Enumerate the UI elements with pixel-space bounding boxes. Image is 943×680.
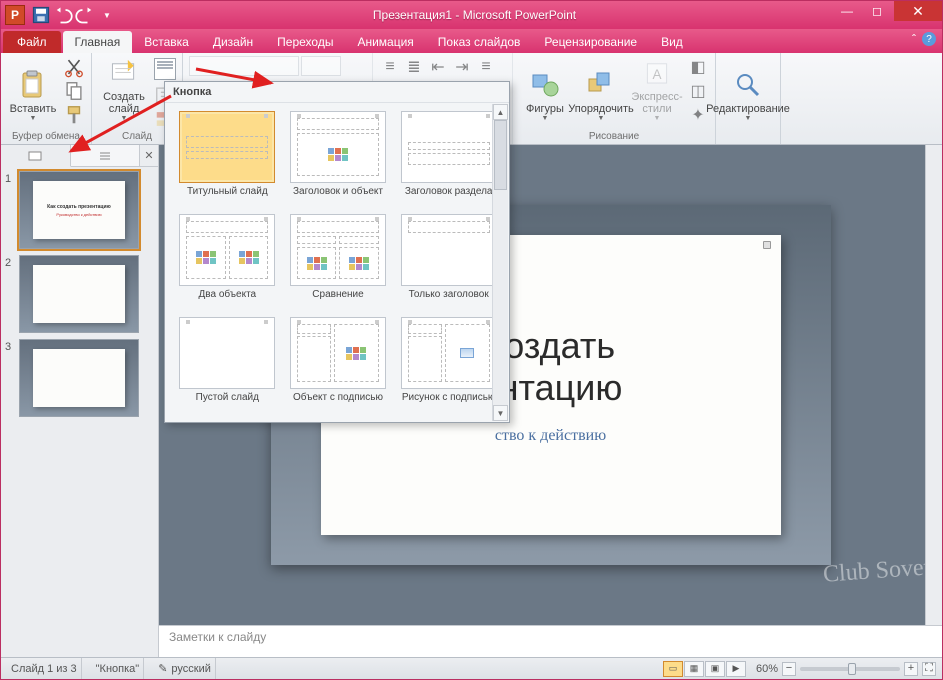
minimize-ribbon-icon[interactable]: ˆ <box>912 32 916 46</box>
arrange-button[interactable]: Упорядочить ▼ <box>575 56 627 124</box>
group-drawing-label: Рисование <box>519 130 709 143</box>
format-painter-icon[interactable] <box>63 104 85 126</box>
bullets-icon[interactable]: ≡ <box>379 56 401 78</box>
title-bar: P ▼ Презентация1 - Microsoft PowerPoint … <box>1 1 942 29</box>
thumb-num: 2 <box>5 255 19 333</box>
notes-pane[interactable]: Заметки к слайду <box>159 625 942 657</box>
shape-outline-icon[interactable]: ◫ <box>687 80 709 102</box>
slides-tab[interactable] <box>1 145 71 167</box>
copy-icon[interactable] <box>63 80 85 102</box>
align-left-icon[interactable]: ≡ <box>475 56 497 78</box>
layout-title-slide[interactable]: Титульный слайд <box>173 109 282 210</box>
view-buttons: ▭ ▦ ▣ ▶ <box>663 661 746 677</box>
tab-view[interactable]: Вид <box>649 31 695 53</box>
layout-picture-caption[interactable]: Рисунок с подписью <box>394 315 503 416</box>
tab-transitions[interactable]: Переходы <box>265 31 345 53</box>
watermark: Club Sovet <box>822 554 931 588</box>
tab-home[interactable]: Главная <box>63 31 133 53</box>
tab-insert[interactable]: Вставка <box>132 31 201 53</box>
ribbon-tabs: Файл Главная Вставка Дизайн Переходы Ани… <box>1 29 942 53</box>
slide-thumbnail-2[interactable] <box>19 255 139 333</box>
tab-design[interactable]: Дизайн <box>201 31 265 53</box>
indent-inc-icon[interactable]: ⇥ <box>451 56 473 78</box>
thumbnails: 1 Как создать презентациюРуководство к д… <box>1 167 158 657</box>
quick-styles-button[interactable]: A Экспресс-стили ▼ <box>631 56 683 124</box>
group-clipboard-label: Буфер обмена <box>7 130 85 143</box>
indent-dec-icon[interactable]: ⇤ <box>427 56 449 78</box>
slide-subtitle[interactable]: ство к действию <box>495 427 606 445</box>
fit-to-window-button[interactable]: ⛶ <box>922 662 936 676</box>
new-slide-label: Создать слайд <box>103 91 145 115</box>
status-bar: Слайд 1 из 3 "Кнопка" ✎русский ▭ ▦ ▣ ▶ 6… <box>1 657 942 679</box>
zoom-label: 60% <box>756 663 778 675</box>
layout-section-header[interactable]: Заголовок раздела <box>394 109 503 210</box>
thumb-num: 3 <box>5 339 19 417</box>
group-drawing: Фигуры ▼ Упорядочить ▼ A Экспресс-стили … <box>513 53 716 144</box>
group-clipboard: Вставить ▼ Буфер обмена <box>1 53 92 144</box>
new-slide-button[interactable]: Создать слайд ▼ <box>98 56 150 124</box>
maximize-button[interactable]: ◻ <box>862 1 892 21</box>
language-indicator[interactable]: ✎русский <box>154 658 216 679</box>
editing-button[interactable]: Редактирование ▼ <box>722 56 774 124</box>
slide-thumbnail-3[interactable] <box>19 339 139 417</box>
save-icon[interactable] <box>31 5 51 25</box>
panel-close-icon[interactable]: ✕ <box>140 145 158 166</box>
close-button[interactable]: ✕ <box>894 1 942 21</box>
vertical-scrollbar[interactable] <box>925 145 942 625</box>
layout-button[interactable] <box>154 58 176 80</box>
reading-view-button[interactable]: ▣ <box>705 661 725 677</box>
shape-effects-icon[interactable]: ✦ <box>687 104 709 126</box>
normal-view-button[interactable]: ▭ <box>663 661 683 677</box>
layout-blank[interactable]: Пустой слайд <box>173 315 282 416</box>
slide-counter: Слайд 1 из 3 <box>7 658 82 679</box>
shape-fill-icon[interactable]: ◧ <box>687 56 709 78</box>
sorter-view-button[interactable]: ▦ <box>684 661 704 677</box>
tab-slideshow[interactable]: Показ слайдов <box>426 31 533 53</box>
help-icon[interactable]: ? <box>922 32 936 46</box>
quick-access-toolbar: ▼ <box>31 5 117 25</box>
tab-review[interactable]: Рецензирование <box>532 31 649 53</box>
redo-icon[interactable] <box>75 5 95 25</box>
minimize-button[interactable]: — <box>832 1 862 21</box>
paste-label: Вставить <box>10 103 57 115</box>
qat-dropdown-icon[interactable]: ▼ <box>97 5 117 25</box>
thumb-num: 1 <box>5 171 19 249</box>
window-title: Презентация1 - Microsoft PowerPoint <box>117 8 832 22</box>
cut-icon[interactable] <box>63 56 85 78</box>
zoom-slider[interactable] <box>800 667 900 671</box>
numbering-icon[interactable]: ≣ <box>403 56 425 78</box>
zoom-control: 60% − + ⛶ <box>756 662 936 676</box>
outline-tab[interactable] <box>71 145 141 166</box>
slide-panel: ✕ 1 Как создать презентациюРуководство к… <box>1 145 159 657</box>
gallery-title: Кнопка <box>165 82 509 103</box>
zoom-in-button[interactable]: + <box>904 662 918 676</box>
tab-animations[interactable]: Анимация <box>345 31 425 53</box>
shapes-button[interactable]: Фигуры ▼ <box>519 56 571 124</box>
svg-text:A: A <box>653 67 662 82</box>
layout-comparison[interactable]: Сравнение <box>284 212 393 313</box>
gallery-scrollbar[interactable]: ▲ ▼ <box>492 104 508 421</box>
slide-thumbnail-1[interactable]: Как создать презентациюРуководство к дей… <box>19 171 139 249</box>
layout-title-content[interactable]: Заголовок и объект <box>284 109 393 210</box>
undo-icon[interactable] <box>53 5 73 25</box>
theme-name: "Кнопка" <box>92 658 145 679</box>
file-tab[interactable]: Файл <box>3 31 61 53</box>
app-icon: P <box>5 5 25 25</box>
zoom-out-button[interactable]: − <box>782 662 796 676</box>
layout-title-only[interactable]: Только заголовок <box>394 212 503 313</box>
slideshow-view-button[interactable]: ▶ <box>726 661 746 677</box>
paste-button[interactable]: Вставить ▼ <box>7 56 59 124</box>
group-editing: Редактирование ▼ <box>716 53 781 144</box>
layout-gallery: Кнопка Титульный слайд Заголовок и объек… <box>164 81 510 423</box>
layout-content-caption[interactable]: Объект с подписью <box>284 315 393 416</box>
layout-two-content[interactable]: Два объекта <box>173 212 282 313</box>
